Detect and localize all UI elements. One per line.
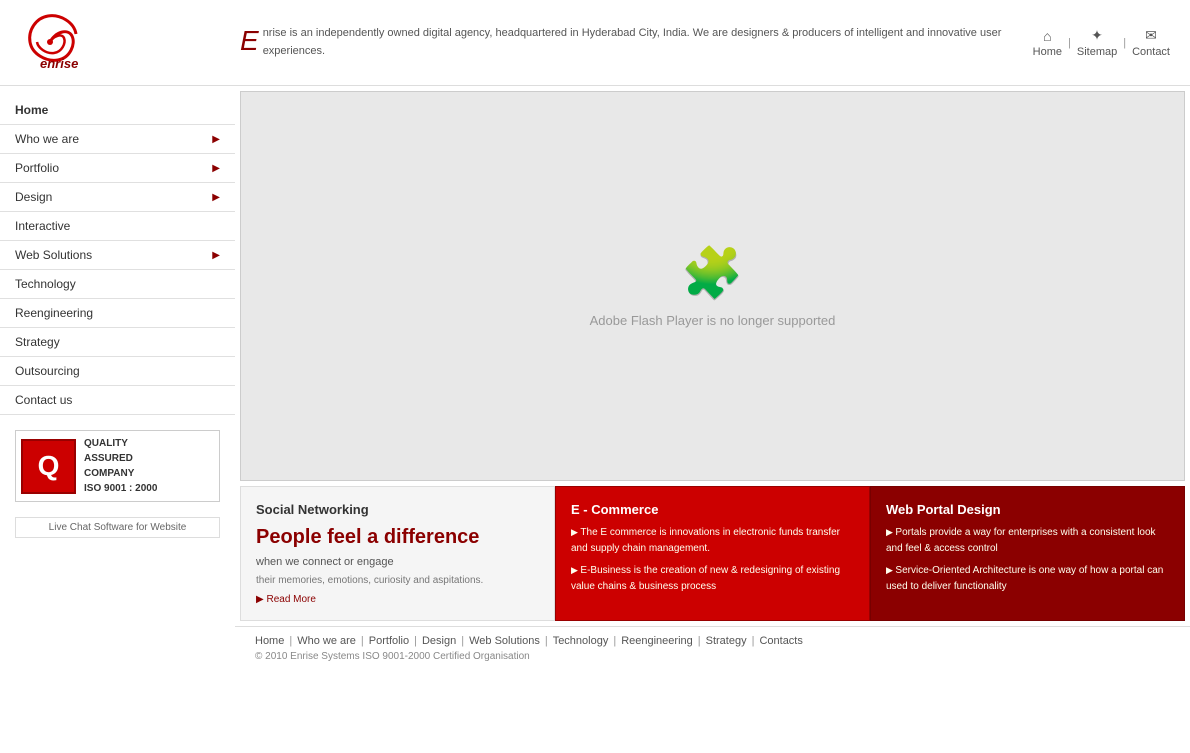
sidebar-item-label: Strategy xyxy=(15,335,60,349)
header-nav: ⌂ Home | ✦ Sitemap | ✉ Contact xyxy=(1033,27,1170,58)
ecommerce-bullet-2: E-Business is the creation of new & rede… xyxy=(571,563,854,595)
quality-line3: COMPANY xyxy=(84,466,157,481)
footer-copyright: © 2010 Enrise Systems ISO 9001-2000 Cert… xyxy=(255,651,1170,662)
ecommerce-bullet-1: The E commerce is innovations in electro… xyxy=(571,525,854,557)
footer-link-who-we-are[interactable]: Who we are xyxy=(297,635,356,647)
bottom-panels: Social Networking People feel a differen… xyxy=(240,486,1185,621)
sidebar: Home Who we are ▶ Portfolio ▶ Design ▶ Interact… xyxy=(0,86,235,670)
footer-sep: | xyxy=(414,635,417,647)
footer-sep: | xyxy=(698,635,701,647)
puzzle-icon: 🧩 xyxy=(681,244,743,303)
footer-sep: | xyxy=(289,635,292,647)
logo-area: enrise xyxy=(20,10,220,75)
svg-text:enrise: enrise xyxy=(40,56,78,71)
footer-link-technology[interactable]: Technology xyxy=(553,635,609,647)
sidebar-item-home[interactable]: Home xyxy=(0,96,235,124)
footer-sep: | xyxy=(361,635,364,647)
quality-line4: ISO 9001 : 2000 xyxy=(84,481,157,496)
sidebar-item-label: Web Solutions xyxy=(15,248,92,262)
sidebar-item-label: Portfolio xyxy=(15,161,59,175)
footer-link-reengineering[interactable]: Reengineering xyxy=(621,635,693,647)
home-icon: ⌂ xyxy=(1043,28,1051,44)
quality-q-letter: Q xyxy=(21,439,76,494)
footer-sep: | xyxy=(461,635,464,647)
sidebar-item-label: Reengineering xyxy=(15,306,93,320)
sidebar-menu: Home Who we are ▶ Portfolio ▶ Design ▶ Interact… xyxy=(0,96,235,415)
social-headline-2: when we connect or engage xyxy=(256,554,539,571)
webportal-panel-title: Web Portal Design xyxy=(886,502,1169,517)
social-read-more[interactable]: ▶ Read More xyxy=(256,594,539,605)
sidebar-item-label: Outsourcing xyxy=(15,364,80,378)
home-nav-label: Home xyxy=(1033,46,1062,58)
sidebar-item-contact-us[interactable]: Contact us xyxy=(0,386,235,414)
nav-sep-1: | xyxy=(1068,37,1071,49)
ecommerce-panel-title: E - Commerce xyxy=(571,502,854,517)
chevron-right-icon: ▶ xyxy=(212,134,220,145)
sidebar-item-label: Contact us xyxy=(15,393,72,407)
sidebar-item-portfolio[interactable]: Portfolio ▶ xyxy=(0,154,235,182)
quality-badge: Q QUALITY ASSURED COMPANY ISO 9001 : 200… xyxy=(15,430,220,502)
chevron-right-icon: ▶ xyxy=(212,192,220,203)
sidebar-item-label: Interactive xyxy=(15,219,70,233)
chevron-right-icon: ▶ xyxy=(212,163,220,174)
footer-link-design[interactable]: Design xyxy=(422,635,456,647)
contact-nav-button[interactable]: ✉ Contact xyxy=(1132,27,1170,58)
footer-link-home[interactable]: Home xyxy=(255,635,284,647)
sidebar-item-label: Who we are xyxy=(15,132,79,146)
home-nav-button[interactable]: ⌂ Home xyxy=(1033,28,1062,58)
webportal-panel: Web Portal Design Portals provide a way … xyxy=(870,486,1185,621)
sidebar-item-technology[interactable]: Technology xyxy=(0,270,235,298)
sidebar-item-reengineering[interactable]: Reengineering xyxy=(0,299,235,327)
footer-nav: Home | Who we are | Portfolio | Design | Web Sol… xyxy=(255,635,1170,647)
sidebar-item-design[interactable]: Design ▶ xyxy=(0,183,235,211)
header-description: nrise is an independently owned digital … xyxy=(263,27,1002,57)
social-panel-title: Social Networking xyxy=(256,502,539,517)
header: enrise E nrise is an independently owned… xyxy=(0,0,1190,86)
footer-link-strategy[interactable]: Strategy xyxy=(706,635,747,647)
sidebar-item-label: Technology xyxy=(15,277,76,291)
sitemap-nav-label: Sitemap xyxy=(1077,46,1117,58)
social-sub: their memories, emotions, curiosity and … xyxy=(256,575,539,586)
footer-sep: | xyxy=(545,635,548,647)
quality-line2: ASSURED xyxy=(84,451,157,466)
sidebar-item-web-solutions[interactable]: Web Solutions ▶ xyxy=(0,241,235,269)
sitemap-icon: ✦ xyxy=(1091,27,1103,44)
header-center: E nrise is an independently owned digita… xyxy=(220,25,1033,60)
flash-message: Adobe Flash Player is no longer supporte… xyxy=(590,313,836,328)
quality-line1: QUALITY xyxy=(84,436,157,451)
webportal-bullet-1: Portals provide a way for enterprises wi… xyxy=(886,525,1169,557)
chevron-right-icon: ▶ xyxy=(212,250,220,261)
social-headline-1: People feel a difference xyxy=(256,525,539,549)
sidebar-item-label: Home xyxy=(15,103,48,117)
footer: Home | Who we are | Portfolio | Design | Web Sol… xyxy=(235,626,1190,670)
sidebar-item-interactive[interactable]: Interactive xyxy=(0,212,235,240)
flash-area: 🧩 Adobe Flash Player is no longer suppor… xyxy=(240,91,1185,481)
livechat-button[interactable]: Live Chat Software for Website xyxy=(15,517,220,538)
header-initial: E xyxy=(240,25,259,57)
nav-sep-2: | xyxy=(1123,37,1126,49)
sitemap-nav-button[interactable]: ✦ Sitemap xyxy=(1077,27,1117,58)
footer-sep: | xyxy=(613,635,616,647)
footer-link-portfolio[interactable]: Portfolio xyxy=(369,635,409,647)
ecommerce-panel: E - Commerce The E commerce is innovatio… xyxy=(555,486,870,621)
sidebar-item-who-we-are[interactable]: Who we are ▶ xyxy=(0,125,235,153)
contact-icon: ✉ xyxy=(1145,27,1157,44)
contact-nav-label: Contact xyxy=(1132,46,1170,58)
webportal-bullet-2: Service-Oriented Architecture is one way… xyxy=(886,563,1169,595)
sidebar-item-strategy[interactable]: Strategy xyxy=(0,328,235,356)
footer-link-web-solutions[interactable]: Web Solutions xyxy=(469,635,540,647)
quality-text: QUALITY ASSURED COMPANY ISO 9001 : 2000 xyxy=(84,436,157,496)
social-panel: Social Networking People feel a differen… xyxy=(240,486,555,621)
sidebar-item-outsourcing[interactable]: Outsourcing xyxy=(0,357,235,385)
layout: Home Who we are ▶ Portfolio ▶ Design ▶ Interact… xyxy=(0,86,1190,670)
footer-sep: | xyxy=(752,635,755,647)
main-content: 🧩 Adobe Flash Player is no longer suppor… xyxy=(235,86,1190,670)
logo-icon: enrise xyxy=(20,10,85,75)
footer-link-contacts[interactable]: Contacts xyxy=(759,635,802,647)
sidebar-item-label: Design xyxy=(15,190,52,204)
